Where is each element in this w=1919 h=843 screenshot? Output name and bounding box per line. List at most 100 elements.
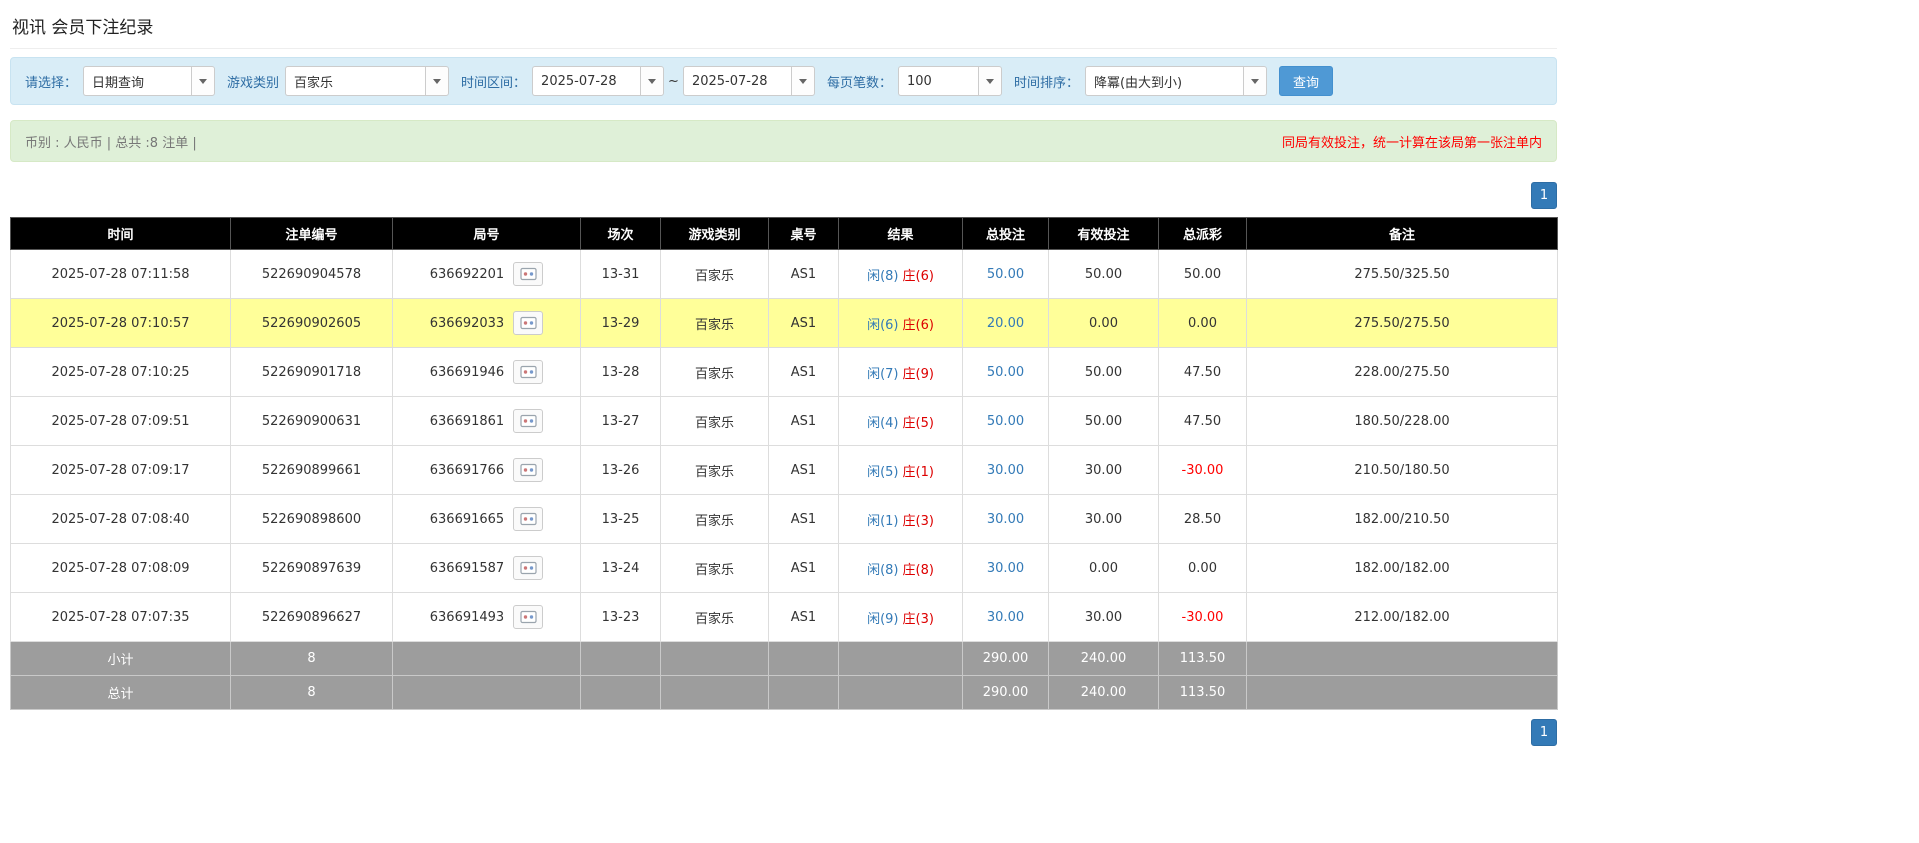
cell-total-bet: 50.00 bbox=[963, 397, 1049, 446]
cell-time: 2025-07-28 07:09:51 bbox=[11, 397, 231, 446]
result-banker: 庄(3) bbox=[903, 514, 934, 529]
cell-bet-id: 522690897639 bbox=[231, 544, 393, 593]
game-type-select bbox=[285, 66, 449, 96]
table-row: 2025-07-28 07:11:58 522690904578 6366922… bbox=[11, 250, 1558, 299]
header-round: 局号 bbox=[393, 218, 581, 250]
result-player: 闲(8) bbox=[867, 563, 898, 578]
total-total-bet: 290.00 bbox=[963, 676, 1049, 710]
cell-game-type: 百家乐 bbox=[661, 446, 769, 495]
title-block: 视讯 会员下注纪录 bbox=[10, 0, 1557, 49]
page-size-label: 每页笔数： bbox=[827, 72, 892, 91]
page-size-caret-button[interactable] bbox=[978, 66, 1002, 96]
cell-session: 13-23 bbox=[581, 593, 661, 642]
pagination-top: 1 bbox=[10, 182, 1557, 209]
total-bet-link[interactable]: 50.00 bbox=[987, 365, 1024, 380]
cell-round: 636691766 bbox=[393, 446, 581, 495]
cell-round: 636691587 bbox=[393, 544, 581, 593]
roadmap-icon bbox=[520, 561, 537, 575]
chevron-down-icon bbox=[433, 79, 441, 84]
currency-total-text: 币别 : 人民币 | 总共 :8 注单 | bbox=[25, 132, 197, 151]
cell-payout: -30.00 bbox=[1159, 446, 1247, 495]
cell-time: 2025-07-28 07:08:40 bbox=[11, 495, 231, 544]
total-bet-link[interactable]: 50.00 bbox=[987, 414, 1024, 429]
table-row: 2025-07-28 07:09:17 522690899661 6366917… bbox=[11, 446, 1558, 495]
cell-payout: 28.50 bbox=[1159, 495, 1247, 544]
cell-result: 闲(6)庄(6) bbox=[839, 299, 963, 348]
cell-round: 636691861 bbox=[393, 397, 581, 446]
subtotal-label: 小计 bbox=[11, 642, 231, 676]
cell-round: 636692033 bbox=[393, 299, 581, 348]
roadmap-icon-button[interactable] bbox=[513, 556, 543, 580]
result-player: 闲(4) bbox=[867, 416, 898, 431]
roadmap-icon-button[interactable] bbox=[513, 507, 543, 531]
header-game-type: 游戏类别 bbox=[661, 218, 769, 250]
game-type-input[interactable] bbox=[285, 66, 425, 96]
subtotal-valid-bet: 240.00 bbox=[1049, 642, 1159, 676]
page-size-input[interactable] bbox=[898, 66, 978, 96]
roadmap-icon-button[interactable] bbox=[513, 605, 543, 629]
roadmap-icon-button[interactable] bbox=[513, 262, 543, 286]
table-row: 2025-07-28 07:07:35 522690896627 6366914… bbox=[11, 593, 1558, 642]
table-row: 2025-07-28 07:10:57 522690902605 6366920… bbox=[11, 299, 1558, 348]
cell-session: 13-29 bbox=[581, 299, 661, 348]
subtotal-total-bet: 290.00 bbox=[963, 642, 1049, 676]
cell-table-number: AS1 bbox=[769, 544, 839, 593]
cell-time: 2025-07-28 07:11:58 bbox=[11, 250, 231, 299]
cell-note: 228.00/275.50 bbox=[1247, 348, 1558, 397]
roadmap-icon-button[interactable] bbox=[513, 458, 543, 482]
date-from-caret-button[interactable] bbox=[640, 66, 664, 96]
header-payout: 总派彩 bbox=[1159, 218, 1247, 250]
page-size-select bbox=[898, 66, 1002, 96]
cell-result: 闲(5)庄(1) bbox=[839, 446, 963, 495]
total-bet-link[interactable]: 30.00 bbox=[987, 512, 1024, 527]
roadmap-icon-button[interactable] bbox=[513, 409, 543, 433]
total-bet-link[interactable]: 30.00 bbox=[987, 561, 1024, 576]
cell-time: 2025-07-28 07:08:09 bbox=[11, 544, 231, 593]
cell-total-bet: 30.00 bbox=[963, 544, 1049, 593]
cell-time: 2025-07-28 07:09:17 bbox=[11, 446, 231, 495]
cell-note: 182.00/210.50 bbox=[1247, 495, 1558, 544]
bet-records-table: 时间 注单编号 局号 场次 游戏类别 桌号 结果 总投注 有效投注 总派彩 备注… bbox=[10, 217, 1558, 710]
chevron-down-icon bbox=[199, 79, 207, 84]
cell-result: 闲(8)庄(6) bbox=[839, 250, 963, 299]
date-from-input[interactable] bbox=[532, 66, 640, 96]
summary-bar: 币别 : 人民币 | 总共 :8 注单 | 同局有效投注，统一计算在该局第一张注… bbox=[10, 120, 1557, 162]
total-bet-link[interactable]: 50.00 bbox=[987, 267, 1024, 282]
sort-order-caret-button[interactable] bbox=[1243, 66, 1267, 96]
cell-round: 636691493 bbox=[393, 593, 581, 642]
header-result: 结果 bbox=[839, 218, 963, 250]
cell-round: 636691946 bbox=[393, 348, 581, 397]
date-to-caret-button[interactable] bbox=[791, 66, 815, 96]
cell-game-type: 百家乐 bbox=[661, 544, 769, 593]
roadmap-icon-button[interactable] bbox=[513, 360, 543, 384]
date-to-input[interactable] bbox=[683, 66, 791, 96]
cell-result: 闲(4)庄(5) bbox=[839, 397, 963, 446]
page-1-button-bottom[interactable]: 1 bbox=[1531, 719, 1557, 746]
total-bet-link[interactable]: 20.00 bbox=[987, 316, 1024, 331]
cell-game-type: 百家乐 bbox=[661, 299, 769, 348]
search-button[interactable]: 查询 bbox=[1279, 66, 1333, 96]
chevron-down-icon bbox=[799, 79, 807, 84]
cell-valid-bet: 50.00 bbox=[1049, 397, 1159, 446]
result-player: 闲(1) bbox=[867, 514, 898, 529]
game-type-caret-button[interactable] bbox=[425, 66, 449, 96]
cell-game-type: 百家乐 bbox=[661, 397, 769, 446]
roadmap-icon bbox=[520, 414, 537, 428]
sort-order-input[interactable] bbox=[1085, 66, 1243, 96]
cell-total-bet: 30.00 bbox=[963, 495, 1049, 544]
cell-payout: 0.00 bbox=[1159, 544, 1247, 593]
subtotal-row: 小计 8 290.00 240.00 113.50 bbox=[11, 642, 1558, 676]
page-1-button[interactable]: 1 bbox=[1531, 182, 1557, 209]
game-type-label: 游戏类别 bbox=[227, 72, 279, 91]
header-total-bet: 总投注 bbox=[963, 218, 1049, 250]
total-bet-link[interactable]: 30.00 bbox=[987, 610, 1024, 625]
query-type-input[interactable] bbox=[83, 66, 191, 96]
cell-note: 182.00/182.00 bbox=[1247, 544, 1558, 593]
cell-note: 180.50/228.00 bbox=[1247, 397, 1558, 446]
query-type-label: 请选择： bbox=[25, 72, 77, 91]
total-bet-link[interactable]: 30.00 bbox=[987, 463, 1024, 478]
cell-valid-bet: 30.00 bbox=[1049, 495, 1159, 544]
roadmap-icon-button[interactable] bbox=[513, 311, 543, 335]
query-type-caret-button[interactable] bbox=[191, 66, 215, 96]
cell-result: 闲(8)庄(8) bbox=[839, 544, 963, 593]
